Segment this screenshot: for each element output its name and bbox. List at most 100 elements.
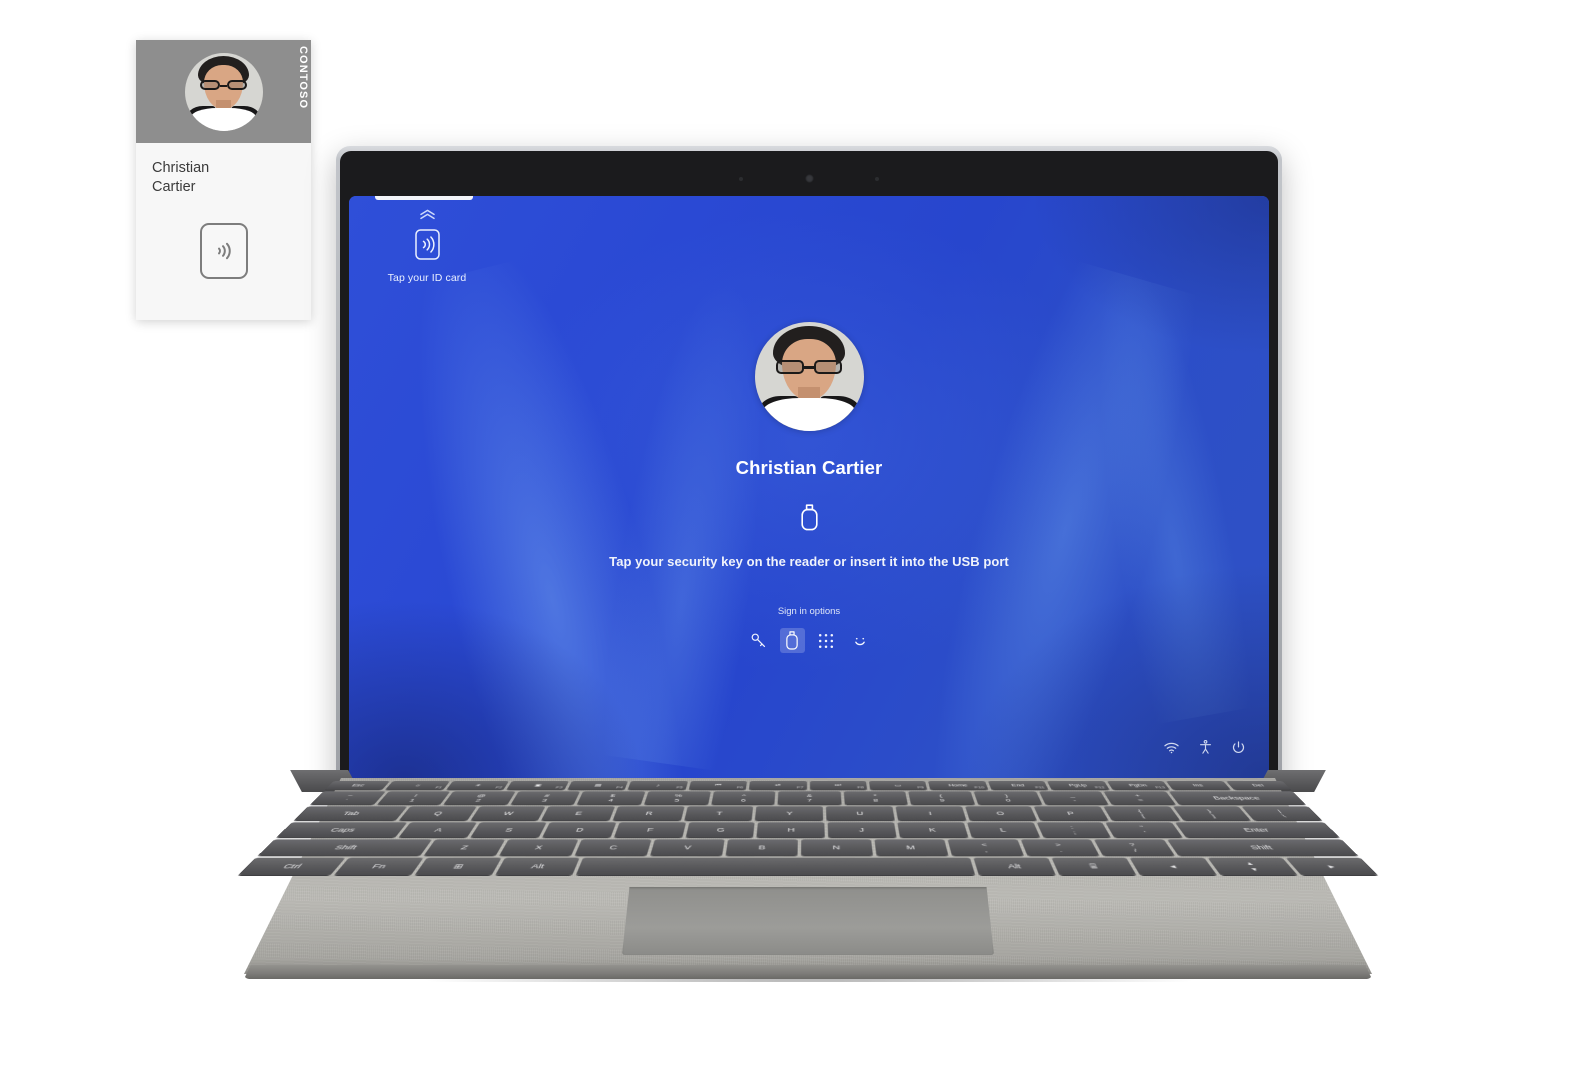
key-n[interactable]: N (800, 839, 873, 856)
key-f[interactable]: F (613, 822, 686, 838)
key-e[interactable]: E (541, 806, 616, 821)
key-3[interactable]: #3 (510, 791, 581, 805)
key-bracket[interactable]: {[ (1103, 806, 1180, 821)
key-space[interactable] (575, 857, 976, 876)
key-☀[interactable]: ☀ F2 (446, 781, 510, 790)
key-punct[interactable]: >. (1020, 839, 1100, 856)
key-⏯[interactable]: ⏯ F7 (748, 781, 807, 790)
key-c[interactable]: C (574, 839, 652, 856)
key-o[interactable]: O (964, 806, 1038, 821)
key-a[interactable]: A (398, 822, 478, 838)
signin-option-password[interactable] (746, 628, 771, 653)
key-punct[interactable]: " ' (1105, 822, 1183, 838)
key-ins[interactable]: Ins (1166, 781, 1231, 790)
signin-option-pin[interactable] (814, 628, 839, 653)
signin-option-security-key[interactable] (779, 628, 805, 653)
ir-sensor-right-icon (875, 177, 879, 181)
key-fn[interactable]: Fn (333, 857, 424, 876)
key-shift-left[interactable]: Shift (257, 839, 432, 856)
key-esc[interactable]: Esc (325, 781, 391, 790)
key-6[interactable]: ^ 6 (710, 791, 776, 805)
keyboard-row-qwerty[interactable]: Tab Q W E R T Y U I O P{[}] | \ (293, 806, 1323, 821)
key-enter[interactable]: Enter (1175, 822, 1340, 838)
keyboard-row-modifiers[interactable]: Ctrl Fn ⊞ Alt Alt ⌸ ◂ ▴ ▾ ▸ (237, 857, 1379, 876)
key-p[interactable]: P (1033, 806, 1109, 821)
key-ctrl[interactable]: Ctrl (237, 857, 346, 876)
key-pgdn[interactable]: PgDn F13 (1106, 781, 1170, 790)
key-g[interactable]: G (685, 822, 756, 838)
key-0[interactable]: ) 0 (973, 791, 1042, 805)
key-2[interactable]: @2 (443, 791, 516, 805)
notification-handle[interactable] (375, 196, 473, 200)
key-d[interactable]: D (542, 822, 617, 838)
login-stack: Christian Cartier Tap your security key … (349, 322, 1269, 653)
key-=[interactable]: + = (1103, 791, 1176, 805)
key-alt[interactable]: Alt (494, 857, 580, 876)
key-v[interactable]: V (649, 839, 725, 856)
key-u[interactable]: U (826, 806, 895, 821)
key-h[interactable]: H (756, 822, 826, 838)
key-w[interactable]: W (470, 806, 546, 821)
key-s[interactable]: S (470, 822, 547, 838)
key-l[interactable]: L (966, 822, 1040, 838)
key-4[interactable]: $4 (577, 791, 646, 805)
key-`[interactable]: ~ ` (309, 791, 386, 805)
keyboard-row-home[interactable]: Caps A S D F G H J K L:; " ' Enter (276, 822, 1340, 838)
keyboard-row-zxcv[interactable]: Shift Z X C V B N M <, >.? / Shift (257, 839, 1359, 856)
power-icon[interactable] (1232, 740, 1245, 759)
signin-options-label[interactable]: Sign in options (778, 606, 840, 617)
key-caps[interactable]: Caps (276, 822, 408, 838)
key-b[interactable]: B (725, 839, 798, 856)
key-⏮[interactable]: ⏮ F6 (688, 781, 748, 790)
user-name-label: Christian Cartier (735, 457, 883, 478)
wifi-icon[interactable] (1164, 741, 1179, 759)
key-punct[interactable]: :; (1036, 822, 1112, 838)
key-del[interactable]: Del (1225, 781, 1291, 790)
key-r[interactable]: R (612, 806, 685, 821)
key-⊞[interactable]: ⊞ (414, 857, 502, 876)
key-q[interactable]: Q (398, 806, 477, 821)
key-home[interactable]: Home F10 (928, 781, 989, 790)
key-t[interactable]: T (684, 806, 754, 821)
key-m[interactable]: M (874, 839, 949, 856)
keyboard-row-function[interactable]: Esc ☼ F1 ☀ F2 ▣ F3 ▤ F4 ♪ F5 ⏮ F6 ⏯ F7 ⏭ F8 ▭ F9 Home F10 End… (325, 781, 1291, 790)
key-x[interactable]: X (498, 839, 578, 856)
key-punct[interactable]: ? / (1093, 839, 1175, 856)
key--[interactable]: _ - (1038, 791, 1109, 805)
key-☼[interactable]: ☼ F1 (385, 781, 450, 790)
key-5[interactable]: % 5 (643, 791, 711, 805)
key-⌸[interactable]: ⌸ (1051, 857, 1137, 876)
key-pgup[interactable]: PgUp F12 (1047, 781, 1110, 790)
key-7[interactable]: & 7 (777, 791, 842, 805)
key-9[interactable]: (9 (908, 791, 976, 805)
key-⏭[interactable]: ⏭ F8 (809, 781, 868, 790)
key-▤[interactable]: ▤ F4 (567, 781, 629, 790)
key-bracket[interactable]: }] (1172, 806, 1252, 821)
trackpad[interactable] (622, 887, 994, 955)
key-tab[interactable]: Tab (293, 806, 408, 821)
key-j[interactable]: J (827, 822, 897, 838)
key-i[interactable]: I (895, 806, 966, 821)
key-bracket[interactable]: | \ (1241, 806, 1323, 821)
key-k[interactable]: K (897, 822, 969, 838)
key-punct[interactable]: <, (947, 839, 1024, 856)
key-8[interactable]: * 8 (843, 791, 909, 805)
key-y[interactable]: Y (755, 806, 824, 821)
key-z[interactable]: Z (423, 839, 505, 856)
key-backspace[interactable]: Backspace (1168, 791, 1307, 805)
security-key-icon (800, 504, 819, 536)
keyboard-keys-area[interactable]: Esc ☼ F1 ☀ F2 ▣ F3 ▤ F4 ♪ F5 ⏮ F6 ⏯ F7 ⏭ F8 ▭ F9 Home F10 End… (237, 781, 1379, 877)
key-arrow-up-down[interactable]: ▴ ▾ (1207, 857, 1298, 876)
tap-id-card-panel[interactable]: Tap your ID card (371, 207, 483, 284)
key-♪[interactable]: ♪ F5 (627, 781, 688, 790)
accessibility-icon[interactable] (1199, 739, 1212, 759)
keyboard-row-numbers[interactable]: ~ `! 1 @2 #3 $4% 5 ^ 6 & 7 * 8(9) 0 _ - + = Backspace (309, 791, 1307, 805)
key-◂[interactable]: ◂ (1129, 857, 1217, 876)
key-end[interactable]: End F11 (987, 781, 1049, 790)
key-alt[interactable]: Alt (973, 857, 1056, 876)
key-▣[interactable]: ▣ F3 (506, 781, 569, 790)
key-1[interactable]: ! 1 (376, 791, 451, 805)
signin-option-face[interactable] (848, 628, 873, 653)
key-▭[interactable]: ▭ F9 (868, 781, 928, 790)
key-shift-right[interactable]: Shift (1166, 839, 1359, 856)
